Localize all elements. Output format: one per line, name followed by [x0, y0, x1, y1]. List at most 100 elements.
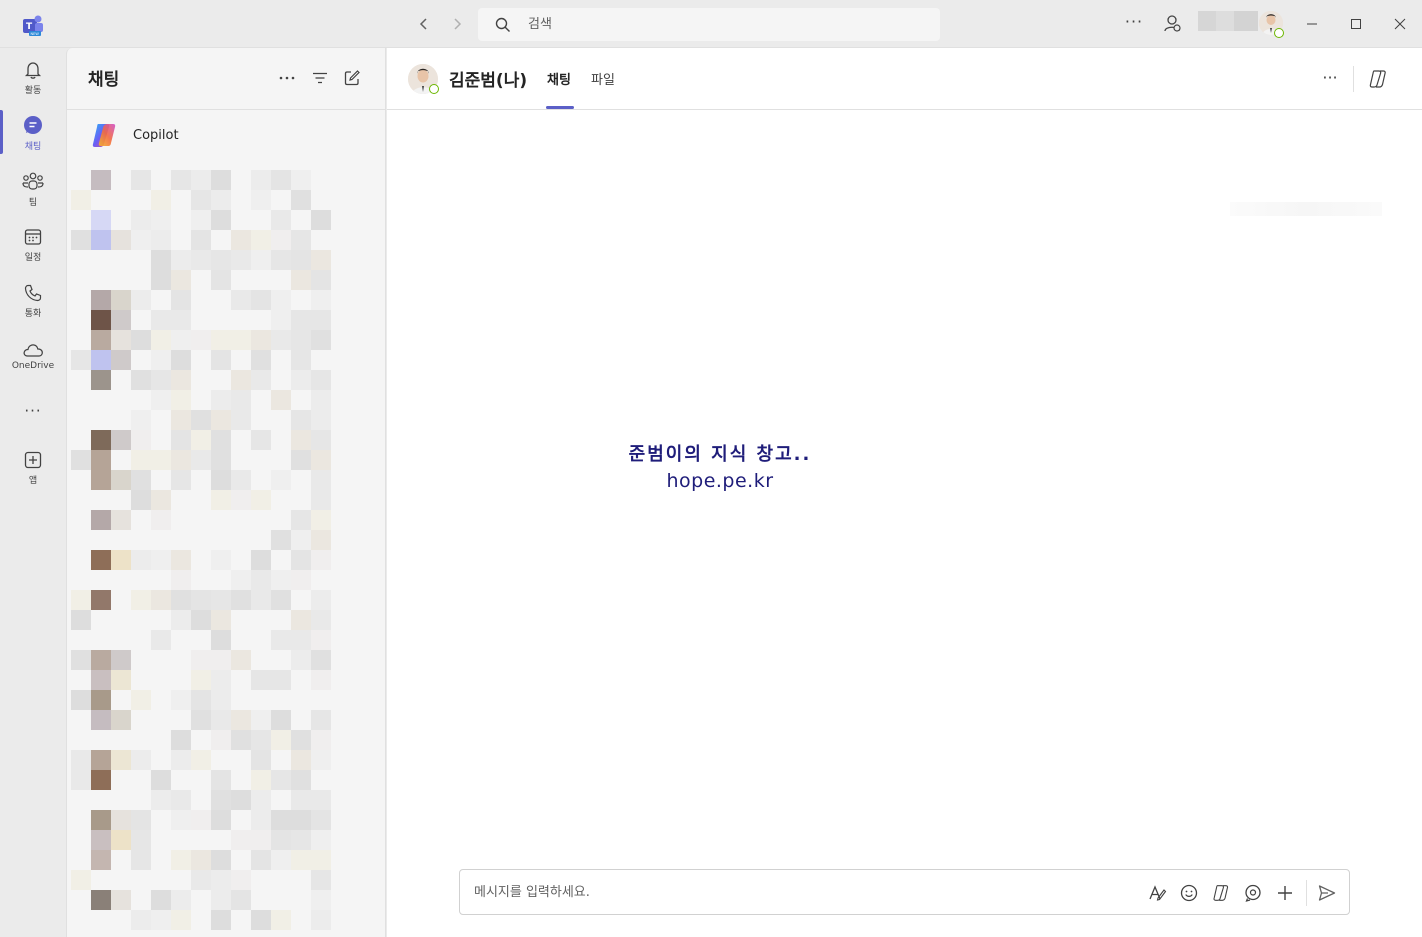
blurred-pixel [311, 270, 331, 290]
blurred-pixel [111, 890, 131, 910]
rail-item-apps[interactable]: 앱 [0, 443, 66, 493]
tab-files[interactable]: 파일 [591, 69, 615, 88]
close-icon[interactable] [1388, 12, 1412, 36]
search-input[interactable] [528, 17, 908, 32]
blurred-pixel [151, 890, 171, 910]
add-icon[interactable] [1274, 882, 1296, 904]
blurred-pixel [251, 370, 271, 390]
blurred-pixel [291, 310, 311, 330]
filter-icon[interactable] [310, 68, 330, 88]
blurred-pixel [131, 850, 151, 870]
blurred-pixel [291, 630, 311, 650]
rail-item-onedrive[interactable]: OneDrive [0, 331, 66, 381]
blurred-pixel [171, 330, 191, 350]
blurred-pixel [211, 430, 231, 450]
format-icon[interactable] [1146, 882, 1168, 904]
teams-logo-icon[interactable]: T NEW [21, 13, 45, 37]
search-box[interactable] [478, 8, 940, 41]
emoji-icon[interactable] [1178, 882, 1200, 904]
chat-more-options-icon[interactable]: ··· [1319, 68, 1341, 90]
blurred-pixel [231, 790, 251, 810]
back-arrow-icon[interactable] [412, 12, 436, 36]
blurred-pixel [171, 410, 191, 430]
rail-item-calendar[interactable]: 일정 [0, 220, 66, 270]
blurred-pixel [271, 810, 291, 830]
rail-more-apps[interactable]: ··· [0, 386, 66, 436]
blurred-pixel [131, 430, 151, 450]
blurred-pixel [311, 590, 331, 610]
blurred-pixel [111, 430, 131, 450]
forward-arrow-icon[interactable] [445, 12, 469, 36]
blurred-pixel [151, 630, 171, 650]
blurred-pixel [191, 870, 211, 890]
blurred-message-preview [1230, 202, 1382, 216]
blurred-pixel [151, 490, 171, 510]
blurred-pixel [251, 290, 271, 310]
blurred-pixel [131, 230, 151, 250]
blurred-pixel [111, 550, 131, 570]
copilot-icon[interactable] [1210, 882, 1232, 904]
blurred-pixel [71, 690, 91, 710]
blurred-pixel [211, 590, 231, 610]
loop-component-icon[interactable] [1242, 882, 1264, 904]
message-composer[interactable] [459, 869, 1350, 915]
rail-item-calls[interactable]: 통화 [0, 276, 66, 326]
blurred-pixel [231, 330, 251, 350]
blurred-pixel [91, 670, 111, 690]
more-options-icon[interactable]: ··· [1123, 12, 1145, 36]
org-name-blurred [1198, 11, 1258, 31]
blurred-pixel [211, 550, 231, 570]
blurred-pixel [191, 650, 211, 670]
rail-item-label: 활동 [24, 86, 42, 96]
rail-item-teams[interactable]: 팀 [0, 165, 66, 215]
send-icon[interactable] [1316, 882, 1338, 904]
rail-item-activity[interactable]: 활동 [0, 53, 66, 103]
blurred-pixel [271, 310, 291, 330]
blurred-pixel [91, 230, 111, 250]
blurred-pixel [91, 210, 111, 230]
minimize-icon[interactable] [1300, 12, 1324, 36]
people-settings-icon[interactable] [1162, 13, 1184, 35]
maximize-icon[interactable] [1344, 12, 1368, 36]
blurred-pixel [191, 690, 211, 710]
blurred-pixel [151, 450, 171, 470]
blurred-pixel [211, 810, 231, 830]
blurred-pixel [211, 850, 231, 870]
blurred-pixel [171, 590, 191, 610]
blurred-pixel [271, 330, 291, 350]
copilot-icon[interactable] [1367, 68, 1389, 90]
blurred-pixel [271, 850, 291, 870]
phone-icon [23, 283, 43, 303]
title-bar: T NEW ··· [0, 0, 1422, 48]
blurred-pixel [111, 810, 131, 830]
blurred-pixel [311, 630, 331, 650]
blurred-pixel [231, 370, 251, 390]
blurred-pixel [211, 610, 231, 630]
blurred-pixel [311, 410, 331, 430]
blurred-pixel [211, 410, 231, 430]
blurred-pixel [91, 290, 111, 310]
blurred-pixel [211, 670, 231, 690]
blurred-pixel [291, 350, 311, 370]
blurred-pixel [311, 530, 331, 550]
blurred-pixel [291, 190, 311, 210]
presence-available-icon [429, 84, 439, 94]
blurred-pixel [171, 690, 191, 710]
chat-list-more-icon[interactable] [277, 68, 297, 88]
blurred-pixel [271, 570, 291, 590]
chat-icon [22, 114, 44, 136]
new-chat-icon[interactable] [342, 68, 362, 88]
tab-chat[interactable]: 채팅 [547, 69, 571, 88]
blurred-pixel [231, 390, 251, 410]
watermark-line1: 준범이의 지식 창고.. [628, 444, 812, 465]
blurred-pixel [291, 790, 311, 810]
blurred-pixel [271, 630, 291, 650]
blurred-pixel [311, 790, 331, 810]
blurred-pixel [111, 350, 131, 370]
rail-item-chat[interactable]: 채팅 [0, 108, 66, 158]
copilot-chat-item[interactable]: Copilot [67, 110, 385, 160]
blurred-pixel [311, 730, 331, 750]
rail-item-label: 앱 [28, 476, 38, 486]
blurred-pixel [71, 770, 91, 790]
message-input[interactable] [474, 884, 1114, 900]
